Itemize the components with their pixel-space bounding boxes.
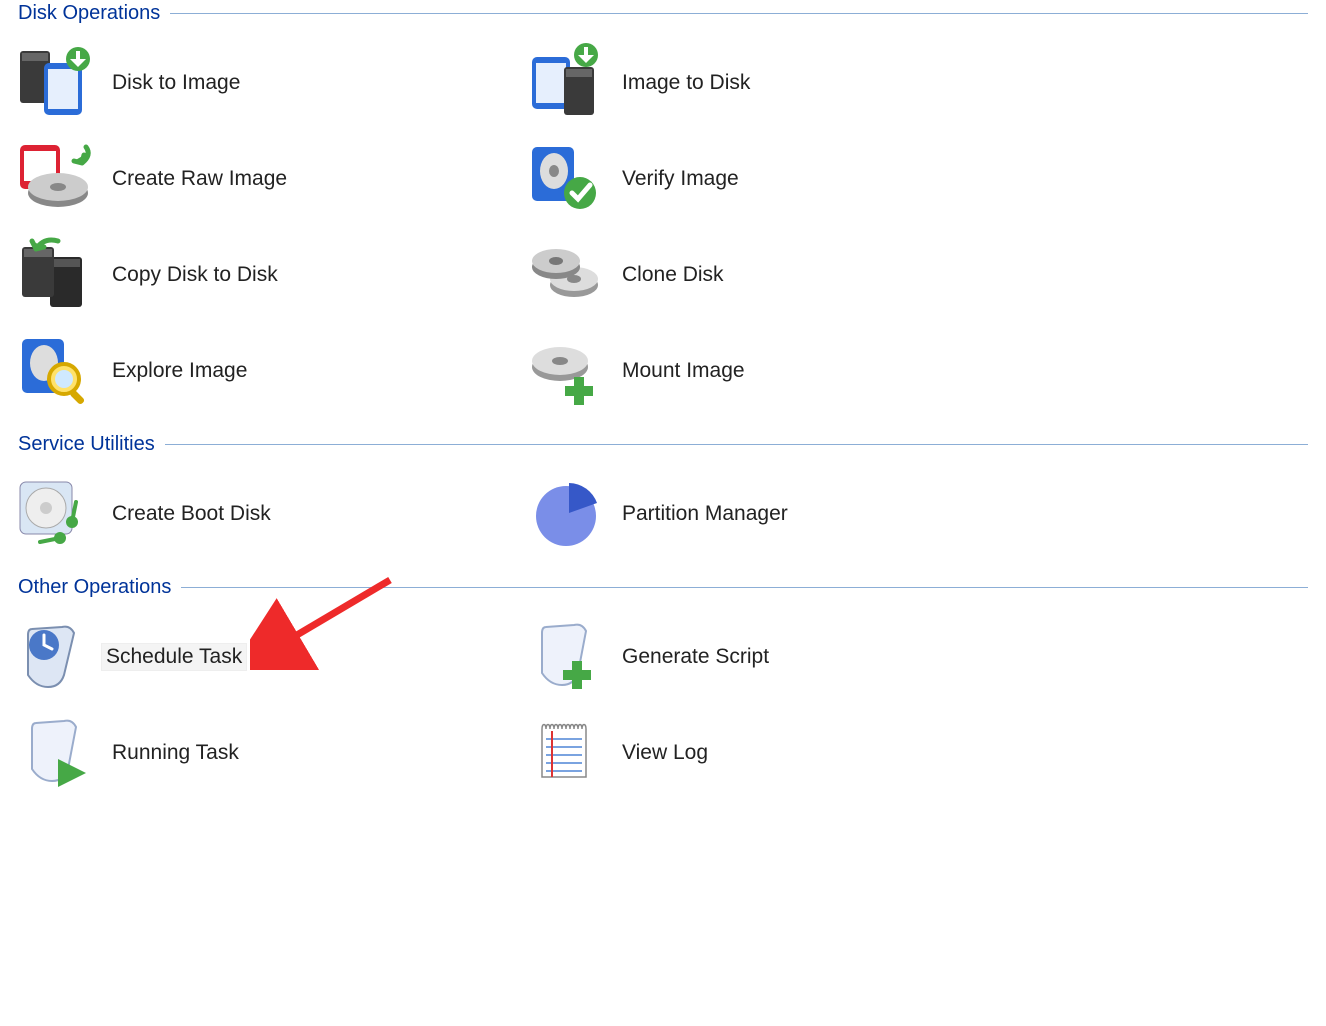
item-create-boot-disk[interactable]: Create Boot Disk <box>6 466 516 562</box>
item-label: Schedule Task <box>102 644 246 670</box>
view-log-icon <box>520 707 612 799</box>
item-label: View Log <box>612 741 708 765</box>
item-label: Partition Manager <box>612 502 788 526</box>
item-generate-script[interactable]: Generate Script <box>516 609 1326 705</box>
item-label: Running Task <box>102 741 239 765</box>
item-label: Verify Image <box>612 167 739 191</box>
item-copy-disk-to-disk[interactable]: Copy Disk to Disk <box>6 227 516 323</box>
image-to-disk-icon <box>520 37 612 129</box>
item-mount-image[interactable]: Mount Image <box>516 323 1326 419</box>
section-rule <box>181 587 1308 588</box>
item-label: Disk to Image <box>102 71 240 95</box>
item-partition-manager[interactable]: Partition Manager <box>516 466 1326 562</box>
item-label: Generate Script <box>612 645 769 669</box>
mount-image-icon <box>520 325 612 417</box>
partition-manager-icon <box>520 468 612 560</box>
grid-disk: Disk to Image Image to Disk <box>0 29 1326 431</box>
section-title-service: Service Utilities <box>18 433 155 456</box>
section-header-service: Service Utilities <box>0 431 1326 460</box>
explore-image-icon <box>10 325 102 417</box>
section-title-other: Other Operations <box>18 576 171 599</box>
schedule-task-icon <box>10 611 102 703</box>
item-label: Copy Disk to Disk <box>102 263 278 287</box>
running-task-icon <box>10 707 102 799</box>
item-label: Clone Disk <box>612 263 724 287</box>
item-verify-image[interactable]: Verify Image <box>516 131 1326 227</box>
item-explore-image[interactable]: Explore Image <box>6 323 516 419</box>
item-view-log[interactable]: View Log <box>516 705 1326 801</box>
grid-service: Create Boot Disk Partition Manager <box>0 460 1326 574</box>
item-label: Create Raw Image <box>102 167 287 191</box>
section-rule <box>165 444 1308 445</box>
item-label: Create Boot Disk <box>102 502 271 526</box>
section-header-other: Other Operations <box>0 574 1326 603</box>
item-create-raw-image[interactable]: Create Raw Image <box>6 131 516 227</box>
item-clone-disk[interactable]: Clone Disk <box>516 227 1326 323</box>
disk-to-image-icon <box>10 37 102 129</box>
item-schedule-task[interactable]: Schedule Task <box>6 609 516 705</box>
item-label: Explore Image <box>102 359 247 383</box>
clone-disk-icon <box>520 229 612 321</box>
item-running-task[interactable]: Running Task <box>6 705 516 801</box>
section-header-disk: Disk Operations <box>0 0 1326 29</box>
copy-disk-icon <box>10 229 102 321</box>
create-boot-disk-icon <box>10 468 102 560</box>
grid-other: Schedule Task Generate Script Running Ta… <box>0 603 1326 813</box>
create-raw-image-icon <box>10 133 102 225</box>
verify-image-icon <box>520 133 612 225</box>
item-label: Mount Image <box>612 359 745 383</box>
item-image-to-disk[interactable]: Image to Disk <box>516 35 1326 131</box>
item-disk-to-image[interactable]: Disk to Image <box>6 35 516 131</box>
section-rule <box>170 13 1308 14</box>
item-label: Image to Disk <box>612 71 750 95</box>
section-title-disk: Disk Operations <box>18 2 160 25</box>
generate-script-icon <box>520 611 612 703</box>
